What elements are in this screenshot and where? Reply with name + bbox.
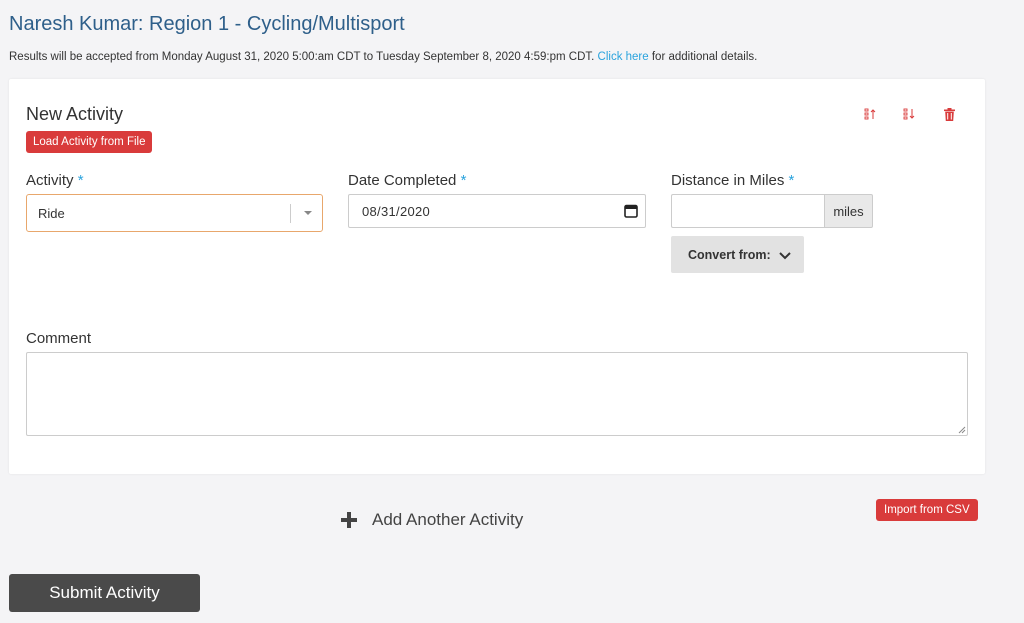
date-completed-label: Date Completed * bbox=[348, 172, 466, 189]
activity-card-title: New Activity bbox=[26, 104, 124, 124]
page-title: Naresh Kumar: Region 1 - Cycling/Multisp… bbox=[9, 13, 405, 35]
plus-icon bbox=[341, 512, 357, 528]
activity-select-value: Ride bbox=[38, 206, 65, 221]
distance-input[interactable] bbox=[671, 194, 824, 228]
add-another-activity-button[interactable]: Add Another Activity bbox=[340, 508, 523, 532]
sort-up-icon bbox=[864, 108, 876, 120]
resize-grip-icon[interactable] bbox=[956, 424, 966, 434]
activity-label: Activity * bbox=[26, 172, 84, 189]
comment-label: Comment bbox=[26, 330, 92, 347]
delete-activity-button[interactable] bbox=[940, 105, 958, 123]
distance-unit-addon: miles bbox=[824, 194, 873, 228]
required-marker: * bbox=[460, 172, 467, 189]
select-separator bbox=[290, 204, 291, 223]
date-label-text: Date Completed bbox=[348, 172, 457, 189]
caret-down-icon[interactable] bbox=[298, 203, 318, 223]
sort-down-icon bbox=[903, 108, 915, 120]
convert-from-label: Convert from: bbox=[688, 247, 771, 262]
comment-textarea[interactable] bbox=[26, 352, 968, 436]
distance-label: Distance in Miles * bbox=[671, 172, 794, 189]
import-csv-button[interactable]: Import from CSV bbox=[876, 499, 978, 521]
date-completed-input[interactable]: 08/31/2020 bbox=[348, 194, 646, 228]
required-marker: * bbox=[77, 172, 84, 189]
notice-text: Results will be accepted from Monday Aug… bbox=[9, 51, 598, 63]
details-link[interactable]: Click here bbox=[598, 51, 649, 63]
notice-text-suffix: for additional details. bbox=[648, 51, 758, 63]
submit-activity-button[interactable]: Submit Activity bbox=[9, 574, 200, 612]
submission-window-notice: Results will be accepted from Monday Aug… bbox=[9, 51, 757, 63]
convert-from-button[interactable]: Convert from: bbox=[671, 236, 804, 273]
calendar-icon[interactable] bbox=[623, 203, 639, 219]
date-value: 08/31/2020 bbox=[362, 204, 431, 219]
required-marker: * bbox=[788, 172, 795, 189]
chevron-down-icon bbox=[779, 252, 791, 260]
load-activity-file-button[interactable]: Load Activity from File bbox=[26, 131, 153, 153]
activity-card: New Activity Load Activity from File Act… bbox=[9, 79, 985, 474]
move-down-button[interactable] bbox=[901, 105, 919, 123]
distance-label-text: Distance in Miles bbox=[671, 172, 785, 189]
add-another-activity-label: Add Another Activity bbox=[372, 510, 524, 529]
trash-icon bbox=[943, 107, 955, 121]
activity-select[interactable]: Ride bbox=[26, 194, 323, 232]
activity-label-text: Activity bbox=[26, 172, 74, 189]
move-up-button[interactable] bbox=[862, 105, 880, 123]
